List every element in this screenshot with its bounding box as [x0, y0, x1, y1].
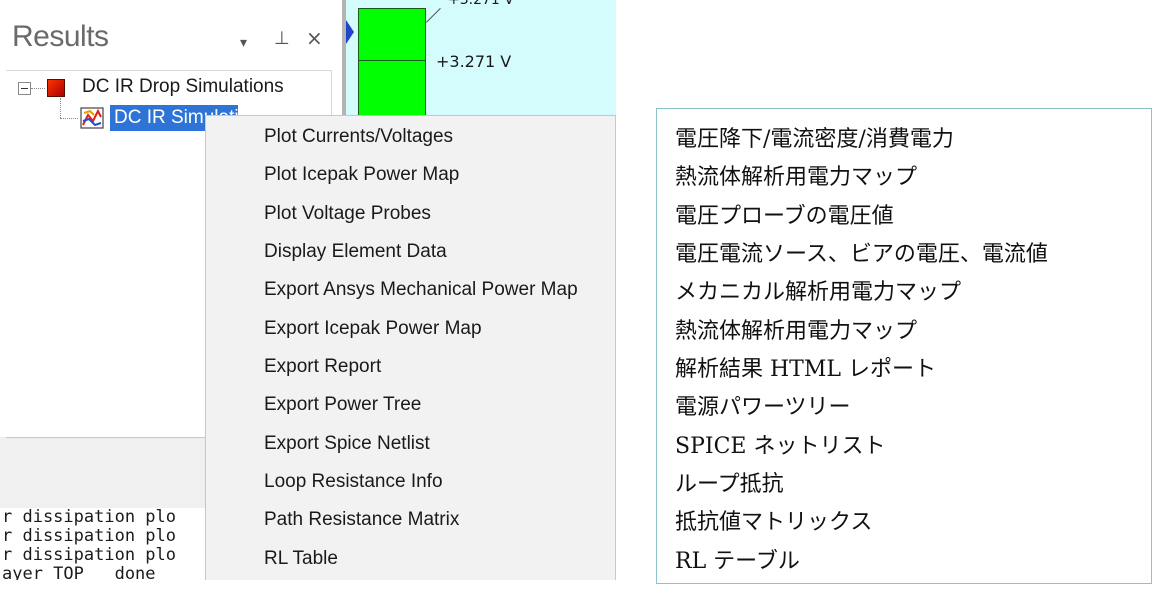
menu-item-rl-table[interactable]: RL Table — [264, 540, 338, 578]
annotation-export-icepak-power-map: 熱流体解析用電力マップ — [675, 319, 918, 344]
voltage-probe-label-top: +3.271 V — [448, 0, 514, 8]
collapse-icon[interactable] — [18, 82, 31, 95]
menu-item-export-power-tree[interactable]: Export Power Tree — [264, 386, 421, 424]
menu-item-loop-resistance-info[interactable]: Loop Resistance Info — [264, 463, 443, 501]
tree-connector — [31, 88, 45, 89]
menu-item-display-element-data[interactable]: Display Element Data — [264, 233, 447, 271]
tree-connector — [60, 98, 61, 118]
probe-marker — [346, 20, 354, 44]
context-menu: Plot Currents/Voltages Plot Icepak Power… — [205, 115, 616, 580]
annotation-plot-currents-voltages: 電圧降下/電流密度/消費電力 — [675, 127, 954, 152]
panel-title: Results — [12, 20, 109, 53]
log-line: r dissipation plo — [2, 508, 176, 527]
voltage-plot-region — [358, 8, 426, 118]
annotation-export-spice-netlist: SPICE ネットリスト — [675, 434, 886, 459]
simulation-folder-icon — [47, 79, 65, 97]
annotation-loop-resistance-info: ループ抵抗 — [675, 472, 784, 497]
annotation-display-element-data: 電圧電流ソース、ビアの電圧、電流値 — [675, 242, 1048, 267]
annotation-rl-table: RL テーブル — [675, 549, 800, 574]
annotation-plot-voltage-probes: 電圧プローブの電圧値 — [675, 204, 894, 229]
annotation-path-resistance-matrix: 抵抗値マトリックス — [675, 510, 873, 535]
menu-item-export-spice-netlist[interactable]: Export Spice Netlist — [264, 425, 430, 463]
annotation-export-power-tree: 電源パワーツリー — [675, 395, 851, 420]
close-icon[interactable]: × — [306, 28, 323, 48]
japanese-annotation-box: 電圧降下/電流密度/消費電力 熱流体解析用電力マップ 電圧プローブの電圧値 電圧… — [656, 108, 1152, 584]
plot-divider — [358, 60, 426, 61]
menu-icon-gutter — [206, 116, 248, 580]
voltage-probe-label: +3.271 V — [436, 52, 512, 71]
panel-options-dropdown-icon[interactable]: ▾ — [240, 34, 247, 52]
menu-item-export-ansys-mechanical-power-map[interactable]: Export Ansys Mechanical Power Map — [264, 271, 578, 309]
menu-item-plot-icepak-power-map[interactable]: Plot Icepak Power Map — [264, 156, 459, 194]
pin-icon[interactable]: ⊥ — [274, 30, 290, 48]
menu-item-export-report[interactable]: Export Report — [264, 348, 381, 386]
tree-connector — [60, 118, 78, 119]
annotation-export-ansys-mechanical-power-map: メカニカル解析用電力マップ — [675, 280, 962, 305]
log-line: r dissipation plo — [2, 526, 176, 546]
simulation-result-icon — [80, 107, 104, 129]
menu-item-export-icepak-power-map[interactable]: Export Icepak Power Map — [264, 310, 482, 348]
log-line: ayer TOP done — [2, 564, 166, 581]
menu-item-plot-currents-voltages[interactable]: Plot Currents/Voltages — [264, 118, 453, 156]
annotation-export-report: 解析結果 HTML レポート — [675, 357, 936, 382]
log-line: r dissipation plo — [2, 545, 176, 565]
application-screenshot: Results ▾ ⊥ × DC IR Drop Simulations DC … — [0, 0, 616, 580]
menu-item-plot-voltage-probes[interactable]: Plot Voltage Probes — [264, 195, 431, 233]
message-log: r dissipation plo r dissipation plo r di… — [0, 508, 210, 580]
tree-item-dc-ir-drop-simulations[interactable]: DC IR Drop Simulations — [82, 76, 284, 98]
menu-item-path-resistance-matrix[interactable]: Path Resistance Matrix — [264, 501, 459, 539]
annotation-plot-icepak-power-map: 熱流体解析用電力マップ — [675, 165, 918, 190]
